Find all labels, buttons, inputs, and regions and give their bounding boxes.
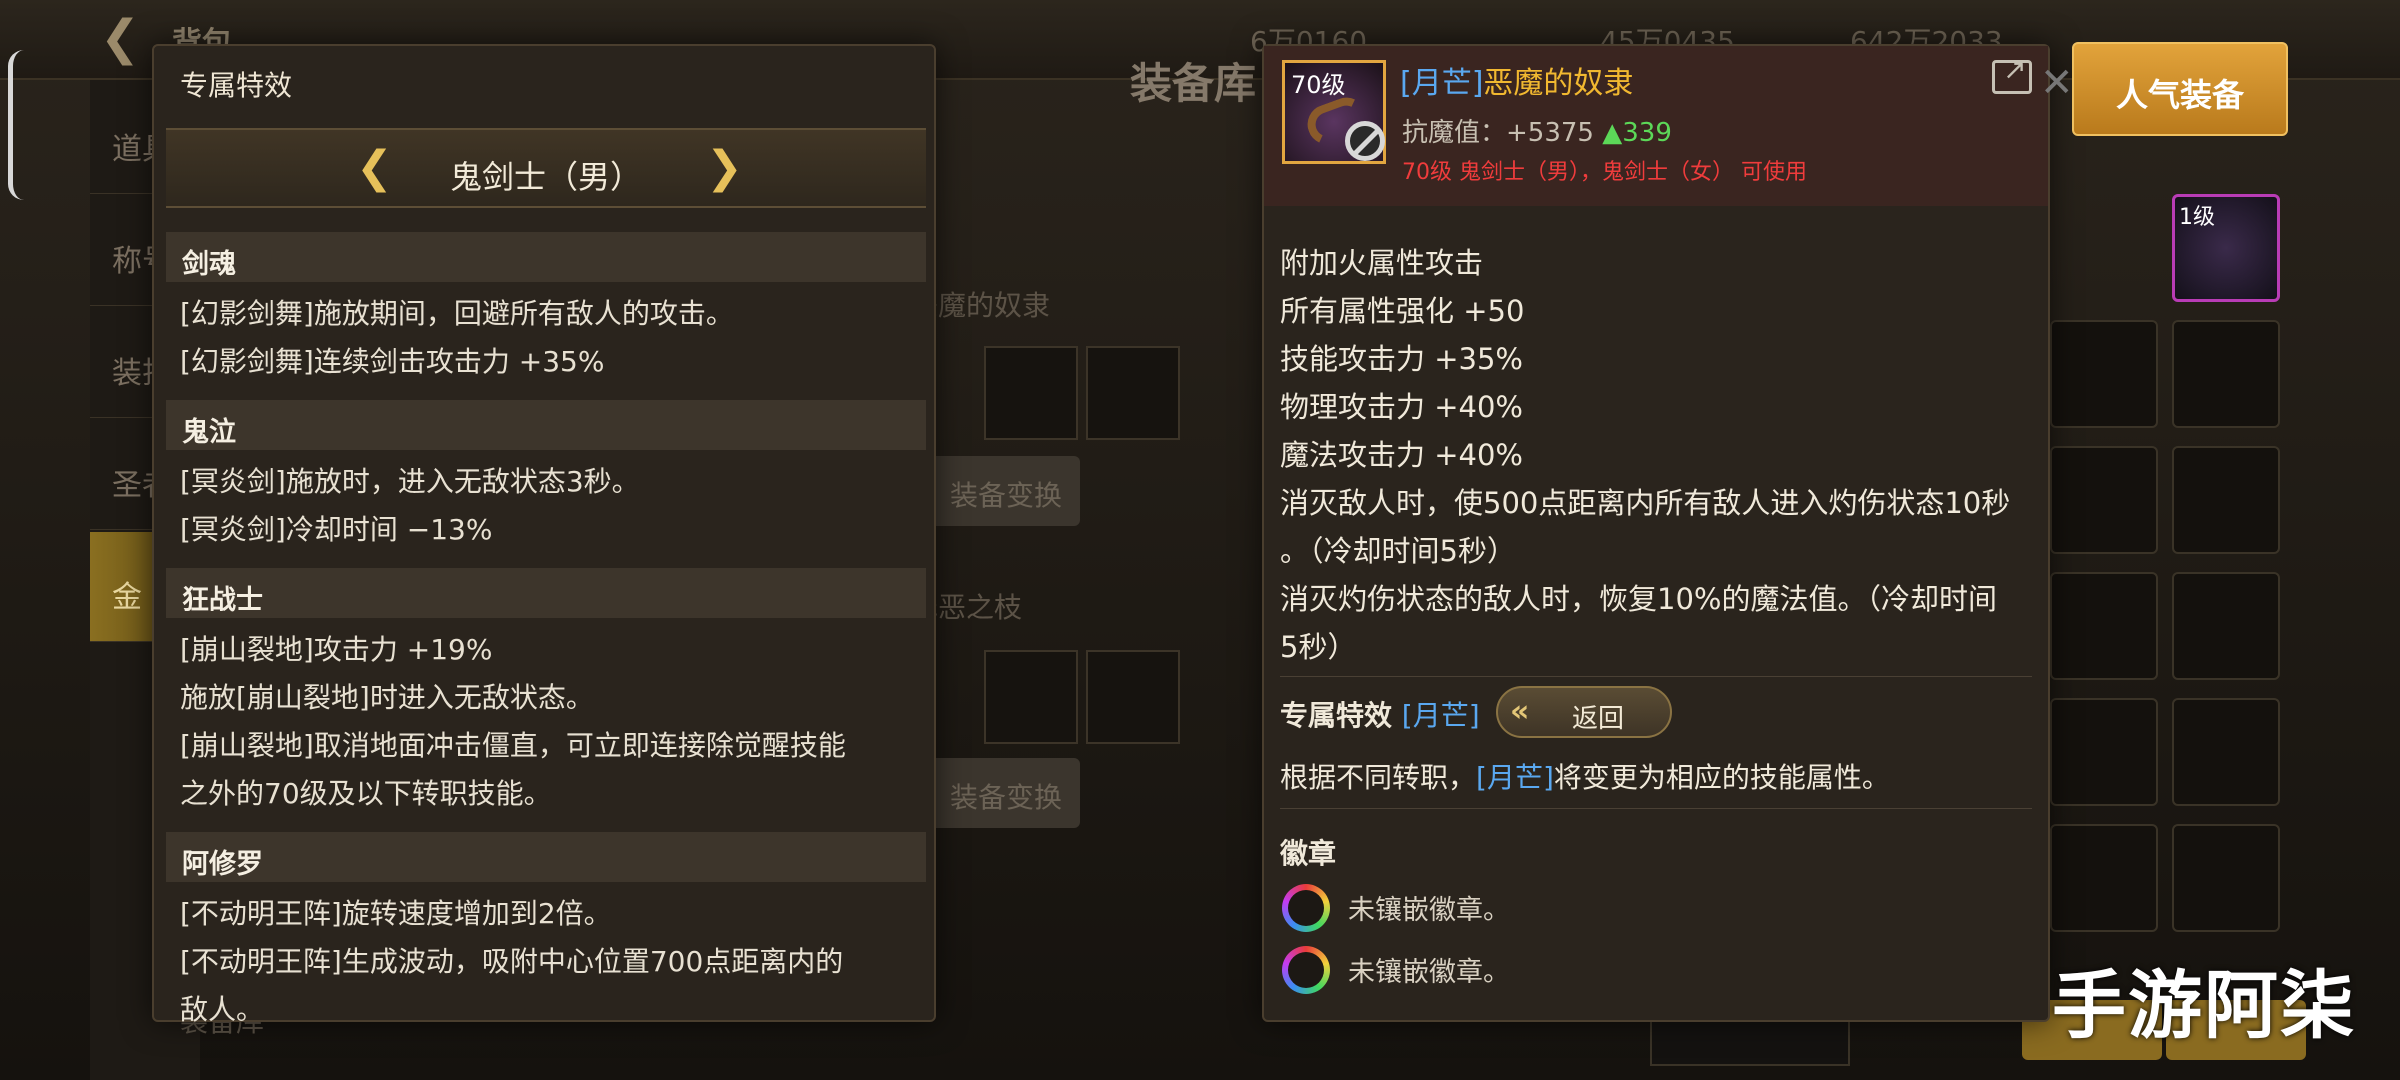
effect-line: [崩山裂地]取消地面冲击僵直，可立即连接除觉醒技能 xyxy=(180,729,846,762)
badge-socket-icon[interactable] xyxy=(1282,946,1330,994)
badge-slot-text: 未镶嵌徽章。 xyxy=(1348,957,1510,988)
stat-increase: ▲339 xyxy=(1602,118,1672,148)
bg-grid-slot[interactable] xyxy=(2172,572,2280,680)
section-header-asura: 阿修罗 xyxy=(166,832,926,882)
item-name-tag: [月芒] xyxy=(1400,66,1484,101)
effect-line: [不动明王阵]旋转速度增加到2倍。 xyxy=(180,897,612,930)
exclusive-effects-panel: 专属特效 ❮ 鬼剑士（男） ❯ 剑魂 [幻影剑舞]施放期间，回避所有敌人的攻击。… xyxy=(152,44,936,1026)
divider xyxy=(1280,676,2032,677)
item-name: [月芒]恶魔的奴隶 xyxy=(1400,58,1633,102)
exclusive-effect-label: 专属特效 [月芒] xyxy=(1280,694,1480,734)
exclusive-tag: [月芒] xyxy=(1401,699,1480,732)
screen-edge-handle xyxy=(8,50,24,200)
bg-grid-slot[interactable] xyxy=(2172,824,2280,932)
effect-line: [冥炎剑]施放时，进入无敌状态3秒。 xyxy=(180,465,640,498)
bg-slot xyxy=(1086,346,1180,440)
double-chevron-left-icon: « xyxy=(1510,694,1530,729)
equipped-slot[interactable]: 1级 xyxy=(2172,194,2280,302)
item-name-text: 恶魔的奴隶 xyxy=(1483,66,1634,101)
ban-icon xyxy=(1345,121,1385,161)
bg-grid-slot[interactable] xyxy=(2172,446,2280,554)
effect-line: 之外的70级及以下转职技能。 xyxy=(180,777,552,810)
attribute-line: 技能攻击力 +35% xyxy=(1280,342,1523,376)
effect-line: [幻影剑舞]施放期间，回避所有敌人的攻击。 xyxy=(180,297,734,330)
bg-slot xyxy=(984,650,1078,744)
attribute-line: 消灭灼伤状态的敌人时，恢复10%的魔法值。（冷却时间 xyxy=(1280,582,1997,616)
exclusive-label-text: 专属特效 xyxy=(1280,699,1393,732)
panel-title: 专属特效 xyxy=(180,69,293,102)
bg-transform-button[interactable]: 装备变换 xyxy=(930,758,1080,828)
back-arrow-icon[interactable]: ❮ xyxy=(100,14,148,62)
badge-socket-icon[interactable] xyxy=(1282,884,1330,932)
bg-grid-slot[interactable] xyxy=(2050,320,2158,428)
exclusive-description: 根据不同转职，[月芒]将变更为相应的技能属性。 xyxy=(1280,756,1890,796)
bg-slot xyxy=(1086,650,1180,744)
item-requirement: 70级 鬼剑士（男），鬼剑士（女） 可使用 xyxy=(1402,160,1807,185)
bg-grid-slot[interactable] xyxy=(2050,824,2158,932)
badge-section-title: 徽章 xyxy=(1280,837,1337,870)
equipment-library-title: 装备库 xyxy=(1130,59,1257,108)
desc-prefix: 根据不同转职， xyxy=(1280,761,1477,794)
close-icon[interactable]: ✕ xyxy=(2040,60,2074,106)
attribute-line: 魔法攻击力 +40% xyxy=(1280,438,1523,472)
section-header-berserker: 狂战士 xyxy=(166,568,926,618)
item-level-label: 70级 xyxy=(1291,71,1346,99)
item-tooltip-panel: 70级 [月芒]恶魔的奴隶 抗魔值：+5375 ▲339 70级 鬼剑士（男），… xyxy=(1262,44,2050,1022)
attribute-line: 所有属性强化 +50 xyxy=(1280,294,1525,328)
attribute-line: 消灭敌人时，使500点距离内所有敌人进入灼伤状态10秒 xyxy=(1280,486,2011,520)
bg-grid-slot[interactable] xyxy=(2050,446,2158,554)
class-name: 鬼剑士（男） xyxy=(449,158,642,196)
slot-level-label: 1级 xyxy=(2179,205,2215,230)
bg-grid-slot[interactable] xyxy=(2050,698,2158,806)
attribute-line: 附加火属性攻击 xyxy=(1280,246,1484,280)
attribute-line: 5秒） xyxy=(1280,630,1357,664)
return-button-label: 返回 xyxy=(1572,704,1625,734)
effect-line: 施放[崩山裂地]时进入无敌状态。 xyxy=(180,681,594,714)
item-header: 70级 [月芒]恶魔的奴隶 抗魔值：+5375 ▲339 70级 鬼剑士（男），… xyxy=(1264,46,2048,206)
effect-line: [崩山裂地]攻击力 +19% xyxy=(180,633,493,666)
effect-line: [冥炎剑]冷却时间 −13% xyxy=(180,513,493,546)
effect-line: 敌人。 xyxy=(180,993,265,1026)
attribute-line: 。（冷却时间5秒） xyxy=(1280,534,1516,568)
bg-grid-slot[interactable] xyxy=(2172,320,2280,428)
share-icon[interactable] xyxy=(1992,53,2032,94)
desc-tag: [月芒] xyxy=(1476,761,1554,794)
attribute-line: 物理攻击力 +40% xyxy=(1280,390,1523,424)
popular-equipment-button[interactable]: 人气装备 xyxy=(2072,42,2288,136)
item-stat: 抗魔值：+5375 ▲339 xyxy=(1402,112,1672,149)
section-header-blade-master: 剑魂 xyxy=(166,232,926,282)
effect-line: [不动明王阵]生成波动，吸附中心位置700点距离内的 xyxy=(180,945,844,978)
next-class-arrow-icon[interactable]: ❯ xyxy=(706,142,743,194)
bg-transform-button[interactable]: 装备变换 xyxy=(930,456,1080,526)
divider xyxy=(1280,808,2032,809)
section-header-soul-bender: 鬼泣 xyxy=(166,400,926,450)
return-button[interactable]: « 返回 xyxy=(1496,686,1672,738)
bg-slot xyxy=(984,346,1078,440)
stat-label: 抗魔值：+5375 xyxy=(1402,118,1594,148)
class-selector: ❮ 鬼剑士（男） ❯ xyxy=(166,128,926,208)
bg-grid-slot[interactable] xyxy=(2172,698,2280,806)
badge-slot-text: 未镶嵌徽章。 xyxy=(1348,895,1510,926)
effect-line: [幻影剑舞]连续剑击攻击力 +35% xyxy=(180,345,605,378)
desc-suffix: 将变更为相应的技能属性。 xyxy=(1553,761,1890,794)
watermark: 手游阿柒 xyxy=(2052,963,2356,1049)
item-icon: 70级 xyxy=(1282,60,1386,164)
bg-grid-slot[interactable] xyxy=(2050,572,2158,680)
